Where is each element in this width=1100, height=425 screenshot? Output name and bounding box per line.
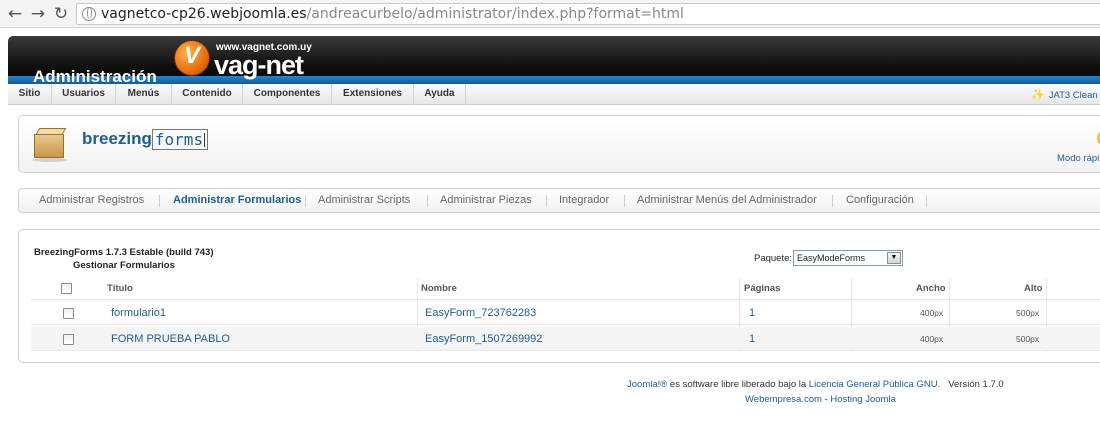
component-toolbar: breezing forms Modo rápi [18, 115, 1100, 173]
column-header-ancho[interactable]: Ancho [916, 278, 946, 300]
form-height: 500px [1016, 334, 1040, 344]
footer-version: Versión 1.7.0 [948, 379, 1004, 390]
menu-item-sitio[interactable]: Sitio [8, 84, 52, 105]
logo-part-forms: forms [151, 128, 209, 150]
form-title-link[interactable]: formulario1 [111, 301, 166, 325]
footer-text: es software libre liberado bajo la [667, 379, 809, 390]
version-label: BreezingForms 1.7.3 Estable (build 743) [34, 247, 214, 258]
menu-item-componentes[interactable]: Componentes [243, 84, 332, 105]
admin-title: Administración [33, 67, 157, 84]
submenu-administrar-menus[interactable]: Administrar Menús del Administrador [637, 189, 817, 212]
table-header: Título Nombre Páginas Ancho Alto [31, 278, 1100, 300]
form-name-link[interactable]: EasyForm_723762283 [425, 301, 536, 325]
globe-icon [82, 7, 96, 21]
form-name-link[interactable]: EasyForm_1507269992 [425, 327, 542, 351]
quick-mode-label[interactable]: Modo rápi [1057, 153, 1099, 164]
menu-item-extensiones[interactable]: Extensiones [332, 84, 414, 105]
column-header-titulo[interactable]: Título [107, 278, 133, 300]
logo-part-breezing: breezing [82, 129, 152, 148]
row-checkbox[interactable] [63, 308, 74, 319]
chevron-down-icon[interactable]: ▼ [887, 252, 901, 264]
submenu-integrador[interactable]: Integrador [559, 189, 609, 212]
forms-panel: BreezingForms 1.7.3 Estable (build 743) … [18, 229, 1100, 363]
column-header-alto[interactable]: Alto [1024, 278, 1042, 300]
back-icon[interactable]: ← [4, 3, 26, 25]
package-select[interactable]: EasyModeForms ▼ [793, 250, 903, 266]
select-all-checkbox[interactable] [61, 283, 72, 294]
url-text: vagnetco-cp26.webjoomla.es/andreacurbelo… [101, 6, 684, 23]
form-width: 400px [920, 334, 944, 344]
submenu-separator [305, 195, 306, 207]
form-width: 400px [920, 308, 944, 318]
submenu-administrar-formularios[interactable]: Administrar Formularios [173, 189, 301, 212]
menu-item-menus[interactable]: Menús [116, 84, 172, 105]
main-menu: Sitio Usuarios Menús Contenido Component… [8, 84, 1100, 105]
logo-text: vag-net [214, 50, 304, 80]
column-header-nombre[interactable]: Nombre [421, 278, 457, 300]
column-header-paginas[interactable]: Páginas [744, 278, 780, 300]
footer-spacer [940, 379, 948, 390]
admin-header: Administración www.vagnet.com.uy vag-net [8, 36, 1100, 84]
wand-icon: ✨ [1031, 88, 1045, 101]
table-row: FORM PRUEBA PABLO EasyForm_1507269992 1 … [31, 327, 1100, 351]
form-title-link[interactable]: FORM PRUEBA PABLO [111, 327, 230, 351]
url-path: /andreacurbelo/administrator/index.php?f… [306, 6, 684, 22]
submenu-configuracion[interactable]: Configuración [846, 189, 914, 212]
panel-subtitle: Gestionar Formularios [73, 260, 175, 271]
menu-item-usuarios[interactable]: Usuarios [52, 84, 116, 105]
submenu-administrar-piezas[interactable]: Administrar Piezas [440, 189, 532, 212]
footer-license-line: Joomla!® es software libre liberado bajo… [627, 379, 1004, 390]
webempresa-link[interactable]: Webempresa.com [745, 394, 822, 405]
submenu-administrar-registros[interactable]: Administrar Registros [39, 189, 144, 212]
menu-item-ayuda[interactable]: Ayuda [414, 84, 466, 105]
header-blue-bar [8, 76, 1100, 84]
submenu-separator [427, 195, 428, 207]
package-label: Paquete: [754, 253, 793, 264]
package-select-value: EasyModeForms [797, 253, 866, 263]
footer-credits-line: Webempresa.com - Hosting Joomla [745, 394, 896, 405]
hosting-link[interactable]: Hosting Joomla [830, 394, 895, 405]
address-bar[interactable]: vagnetco-cp26.webjoomla.es/andreacurbelo… [76, 3, 1100, 25]
joomla-link[interactable]: Joomla!® [627, 379, 667, 390]
forward-icon[interactable]: → [27, 3, 49, 25]
breezingforms-logo: breezing forms [82, 128, 209, 155]
template-indicator[interactable]: ✨ JAT3 Clean [1031, 85, 1098, 104]
row-checkbox[interactable] [63, 334, 74, 345]
submenu-separator [624, 195, 625, 207]
template-name: JAT3 Clean [1048, 90, 1098, 101]
submenu-administrar-scripts[interactable]: Administrar Scripts [318, 189, 410, 212]
form-pages-link[interactable]: 1 [749, 327, 755, 351]
url-host: vagnetco-cp26.webjoomla.es [101, 6, 307, 22]
submenu-separator [159, 195, 160, 207]
submenu-separator [546, 195, 547, 207]
component-submenu: Administrar Registros Administrar Formul… [18, 188, 1100, 213]
table-row: formulario1 EasyForm_723762283 1 400px 5… [31, 301, 1100, 325]
form-height: 500px [1016, 308, 1040, 318]
menu-item-contenido[interactable]: Contenido [172, 84, 243, 105]
license-link[interactable]: Licencia General Pública GNU. [809, 379, 940, 390]
vagnet-logo-icon [174, 40, 210, 76]
package-box-icon [32, 124, 68, 162]
reload-icon[interactable]: ↻ [50, 3, 72, 25]
browser-toolbar: ← → ↻ vagnetco-cp26.webjoomla.es/andreac… [0, 0, 1100, 28]
submenu-separator [926, 195, 927, 207]
submenu-separator [832, 195, 833, 207]
form-pages-link[interactable]: 1 [749, 301, 755, 325]
